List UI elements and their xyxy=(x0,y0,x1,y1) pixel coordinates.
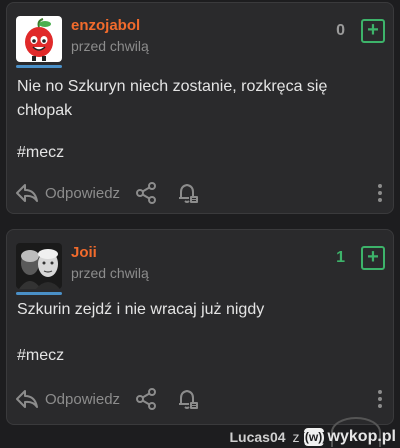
reply-icon xyxy=(16,390,38,408)
more-icon[interactable] xyxy=(377,182,383,204)
share-icon[interactable] xyxy=(134,387,158,411)
avatar-underline xyxy=(16,292,62,295)
plus-icon[interactable]: + xyxy=(361,246,385,270)
entry-card: Joii przed chwilą 1 + Szkurin zejdź i ni… xyxy=(6,229,394,425)
reply-label: Odpowiedz xyxy=(45,184,121,202)
bell-icon[interactable] xyxy=(176,181,200,205)
watermark-connector: z xyxy=(292,429,300,445)
hashtag-link[interactable]: #mecz xyxy=(17,344,377,368)
action-bar: Odpowiedz xyxy=(7,177,393,209)
reply-button[interactable]: Odpowiedz xyxy=(15,388,120,410)
username[interactable]: enzojabol xyxy=(71,17,140,34)
hashtag-link[interactable]: #mecz xyxy=(17,141,377,165)
vote-count: 1 xyxy=(336,249,345,266)
avatar[interactable] xyxy=(16,243,62,289)
share-icon[interactable] xyxy=(134,181,158,205)
bell-icon[interactable] xyxy=(176,387,200,411)
entry-card: enzojabol przed chwilą 0 + Nie no Szkury… xyxy=(6,2,394,214)
plus-icon[interactable]: + xyxy=(361,19,385,43)
entry-text: Szkurin zejdź i nie wracaj już nigdy xyxy=(17,301,265,318)
reply-button[interactable]: Odpowiedz xyxy=(15,182,120,204)
action-bar: Odpowiedz xyxy=(7,383,393,415)
watermark-site: wykop.pl xyxy=(327,428,396,445)
avatar[interactable] xyxy=(16,16,62,62)
wykop-logo-icon: ((w)) xyxy=(300,428,327,446)
more-icon[interactable] xyxy=(377,388,383,410)
watermark: Lucas04 z ((w)) wykop.pl xyxy=(229,428,396,446)
timestamp[interactable]: przed chwilą xyxy=(71,265,149,281)
reply-label: Odpowiedz xyxy=(45,390,121,408)
username[interactable]: Joii xyxy=(71,244,97,261)
vote-count: 0 xyxy=(336,22,345,39)
watermark-user: Lucas04 xyxy=(229,429,286,445)
entry-text: Nie no Szkuryn niech zostanie, rozkręca … xyxy=(17,78,328,119)
avatar-underline xyxy=(16,65,62,68)
reply-icon xyxy=(16,184,38,202)
timestamp[interactable]: przed chwilą xyxy=(71,38,149,54)
